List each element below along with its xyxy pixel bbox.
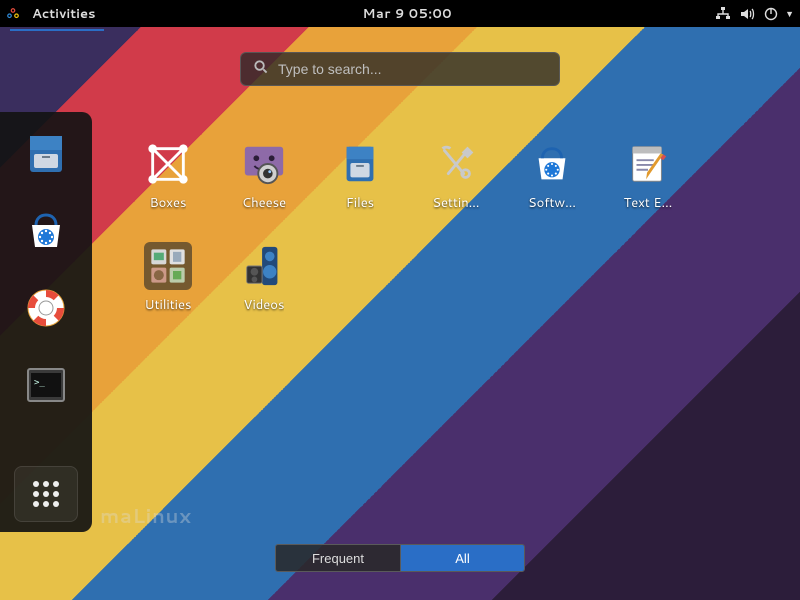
app-label: Boxes	[150, 194, 187, 212]
system-tray[interactable]: ▼	[715, 6, 794, 22]
boxes-icon	[144, 140, 192, 188]
app-boxes[interactable]: Boxes	[120, 140, 216, 212]
app-label: Files	[346, 194, 374, 212]
app-label: Utilities	[145, 296, 192, 314]
topbar-left: Activities	[6, 1, 100, 27]
app-text-editor[interactable]: Text E…	[600, 140, 696, 212]
top-bar: Activities Mar 9 05:00 ▼	[0, 0, 800, 27]
distro-logo-icon	[6, 7, 20, 21]
toggle-all[interactable]: All	[400, 545, 524, 571]
app-label: Videos	[244, 296, 285, 314]
search-icon	[253, 59, 268, 79]
files-icon	[336, 140, 384, 188]
view-toggle: Frequent All	[275, 544, 525, 572]
dash-show-apps[interactable]	[14, 466, 78, 522]
app-label: Cheese	[242, 194, 286, 212]
app-files[interactable]: Files	[312, 140, 408, 212]
clock[interactable]: Mar 9 05:00	[363, 5, 453, 23]
settings-icon	[432, 140, 480, 188]
dash: >_	[0, 112, 92, 532]
app-cheese[interactable]: Cheese	[216, 140, 312, 212]
dash-terminal[interactable]: >_	[18, 361, 74, 410]
videos-icon	[240, 242, 288, 290]
dash-files[interactable]	[18, 130, 74, 179]
cheese-icon	[240, 140, 288, 188]
dash-help[interactable]	[18, 284, 74, 333]
dash-software[interactable]	[18, 207, 74, 256]
app-label: Settin…	[432, 194, 479, 212]
app-videos[interactable]: Videos	[216, 242, 312, 314]
app-label: Softw…	[528, 194, 576, 212]
app-label: Text E…	[624, 194, 673, 212]
utilities-folder-icon	[144, 242, 192, 290]
app-settings[interactable]: Settin…	[408, 140, 504, 212]
network-icon	[715, 6, 731, 22]
distro-watermark: maLinux	[100, 502, 191, 530]
svg-text:>_: >_	[34, 378, 45, 388]
app-software[interactable]: Softw…	[504, 140, 600, 212]
toggle-frequent[interactable]: Frequent	[276, 545, 400, 571]
chevron-down-icon: ▼	[785, 7, 794, 20]
app-grid: Boxes Cheese Files Settin… Softw… Text E…	[120, 140, 740, 314]
power-icon	[763, 6, 779, 22]
software-icon	[528, 140, 576, 188]
volume-icon	[739, 6, 755, 22]
search-bar[interactable]	[240, 52, 560, 86]
app-utilities-folder[interactable]: Utilities	[120, 242, 216, 314]
activities-button[interactable]: Activities	[28, 1, 100, 27]
text-editor-icon	[624, 140, 672, 188]
search-input[interactable]	[278, 61, 547, 77]
